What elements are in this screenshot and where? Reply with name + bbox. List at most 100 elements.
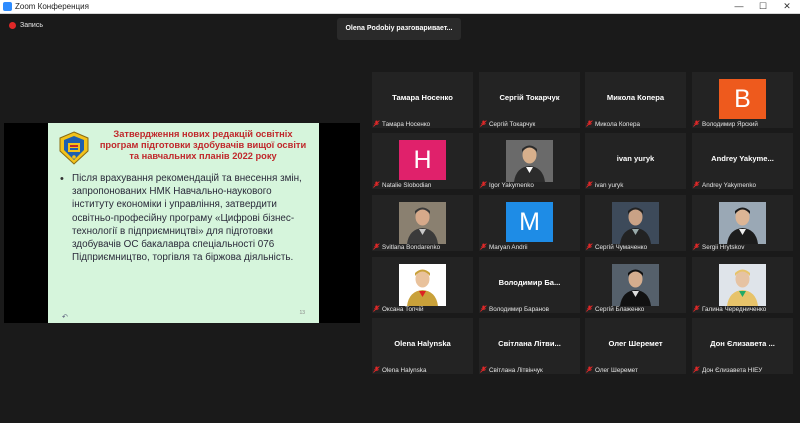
active-speaker-banner: Olena Podobiy разговаривает... [337, 18, 461, 40]
participant-label-text: Володимир Баранов [489, 306, 549, 313]
record-icon [9, 22, 16, 29]
participant-name-label: Оксана Топчій [373, 305, 424, 313]
muted-mic-icon [586, 181, 593, 188]
participant-label-text: Сергій Чумаченко [595, 244, 648, 251]
participant-tile[interactable]: Дон Єлизавета ... Дон Єлизавета НІЕУ [692, 318, 793, 374]
participant-video [612, 264, 659, 306]
participant-display-name: Олег Шеремет [608, 339, 663, 348]
participant-tile[interactable]: H Natalie Slobodian [372, 133, 473, 189]
participant-video [719, 264, 766, 306]
muted-mic-icon [373, 120, 380, 127]
participant-video [399, 264, 446, 306]
muted-mic-icon [480, 243, 487, 250]
participant-tile[interactable]: M Maryan Andrii [479, 195, 580, 251]
muted-mic-icon [693, 181, 700, 188]
participant-name-label: Andrey Yakymenko [693, 181, 756, 189]
participant-tile[interactable]: Сергій Токарчук Сергій Токарчук [479, 72, 580, 128]
participant-label-text: Olena Halynska [382, 367, 427, 374]
participant-display-name: Olena Halynska [394, 339, 451, 348]
participant-label-text: ivan yuryk [595, 182, 624, 189]
recording-label: Запись [20, 22, 43, 29]
window-title: Zoom Конференция [15, 2, 89, 11]
participant-avatar: В [719, 79, 766, 119]
muted-mic-icon [693, 366, 700, 373]
participant-label-text: Дон Єлизавета НІЕУ [702, 367, 763, 374]
participant-name-label: Svitlana Bondarenko [373, 243, 440, 251]
muted-mic-icon [693, 243, 700, 250]
participant-video [612, 202, 659, 244]
participant-name-label: Дон Єлизавета НІЕУ [693, 366, 762, 374]
participant-tile[interactable]: Andrey Yakyme... Andrey Yakymenko [692, 133, 793, 189]
recording-indicator[interactable]: Запись [9, 22, 43, 29]
participant-label-text: Svitlana Bondarenko [382, 244, 441, 251]
participant-name-label: Сергій Токарчук [480, 120, 535, 128]
participant-tile[interactable]: ivan yuryk ivan yuryk [585, 133, 686, 189]
participant-tile[interactable]: Сергій Чумаченко [585, 195, 686, 251]
participant-label-text: Maryan Andrii [489, 244, 528, 251]
participant-label-text: Володимир Ярский [702, 121, 758, 128]
participant-name-label: Maryan Andrii [480, 243, 528, 251]
muted-mic-icon [586, 120, 593, 127]
participant-avatar: M [506, 202, 553, 242]
participant-label-text: Andrey Yakymenko [702, 182, 757, 189]
muted-mic-icon [693, 305, 700, 312]
participant-tile[interactable]: Микола Копера Микола Копера [585, 72, 686, 128]
participant-tile[interactable]: В Володимир Ярский [692, 72, 793, 128]
muted-mic-icon [586, 366, 593, 373]
muted-mic-icon [586, 305, 593, 312]
shared-screen[interactable]: Затвердження нових редакцій освітніх про… [4, 123, 360, 323]
participant-name-label: ivan yuryk [586, 181, 623, 189]
participant-tile[interactable]: Sergii Hrytskov [692, 195, 793, 251]
minimize-button[interactable]: — [728, 0, 750, 13]
participant-tile[interactable]: Володимир Ба... Володимир Баранов [479, 257, 580, 313]
participant-label-text: Natalie Slobodian [382, 182, 432, 189]
maximize-button[interactable]: ☐ [752, 0, 774, 13]
muted-mic-icon [373, 366, 380, 373]
participant-display-name: Andrey Yakyme... [711, 154, 774, 163]
muted-mic-icon [373, 305, 380, 312]
participant-display-name: ivan yuryk [616, 154, 655, 163]
participant-name-label: Natalie Slobodian [373, 181, 431, 189]
slide-title: Затвердження нових редакцій освітніх про… [99, 129, 307, 161]
participant-label-text: Оксана Топчій [382, 306, 424, 313]
participant-tile[interactable]: Оксана Топчій [372, 257, 473, 313]
participant-name-label: Володимир Баранов [480, 305, 549, 313]
presentation-slide: Затвердження нових редакцій освітніх про… [48, 123, 319, 323]
participant-name-label: Сергій Блаженко [586, 305, 644, 313]
participant-label-text: Сергій Блаженко [595, 306, 645, 313]
participant-tile[interactable]: Тамара Носенко Тамара Носенко [372, 72, 473, 128]
participant-label-text: Sergii Hrytskov [702, 244, 745, 251]
participant-video [506, 140, 553, 182]
muted-mic-icon [373, 181, 380, 188]
participant-name-label: Володимир Ярский [693, 120, 758, 128]
participant-name-label: Сергій Чумаченко [586, 243, 647, 251]
participant-avatar: H [399, 140, 446, 180]
participant-name-label: Галина Чередниченко [693, 305, 766, 313]
participant-video [719, 202, 766, 244]
participant-name-label: Igor Yakymenko [480, 181, 534, 189]
participant-display-name: Світлана Літви... [498, 339, 561, 348]
participant-tile[interactable]: Olena Halynska Olena Halynska [372, 318, 473, 374]
participant-name-label: Олег Шеремет [586, 366, 638, 374]
participant-tile[interactable]: Світлана Літви... Світлана Літвінчук [479, 318, 580, 374]
slide-back-icon[interactable]: ↶ [62, 313, 68, 321]
participant-label-text: Сергій Токарчук [489, 121, 536, 128]
participant-label-text: Олег Шеремет [595, 367, 638, 374]
participant-label-text: Світлана Літвінчук [489, 367, 543, 374]
close-button[interactable]: ✕ [776, 0, 798, 13]
participant-name-label: Микола Копера [586, 120, 640, 128]
participant-tile[interactable]: Сергій Блаженко [585, 257, 686, 313]
participant-tile[interactable]: Igor Yakymenko [479, 133, 580, 189]
participant-label-text: Igor Yakymenko [489, 182, 534, 189]
muted-mic-icon [373, 243, 380, 250]
participant-name-label: Olena Halynska [373, 366, 426, 374]
participant-tile[interactable]: Галина Чередниченко [692, 257, 793, 313]
participant-video [399, 202, 446, 244]
muted-mic-icon [480, 181, 487, 188]
participant-tile[interactable]: Олег Шеремет Олег Шеремет [585, 318, 686, 374]
slide-page-number: 13 [299, 310, 305, 316]
participant-display-name: Володимир Ба... [498, 278, 561, 287]
participant-tile[interactable]: Svitlana Bondarenko [372, 195, 473, 251]
bullet-marker: • [60, 173, 64, 185]
title-bar: Zoom Конференция — ☐ ✕ [0, 0, 800, 14]
